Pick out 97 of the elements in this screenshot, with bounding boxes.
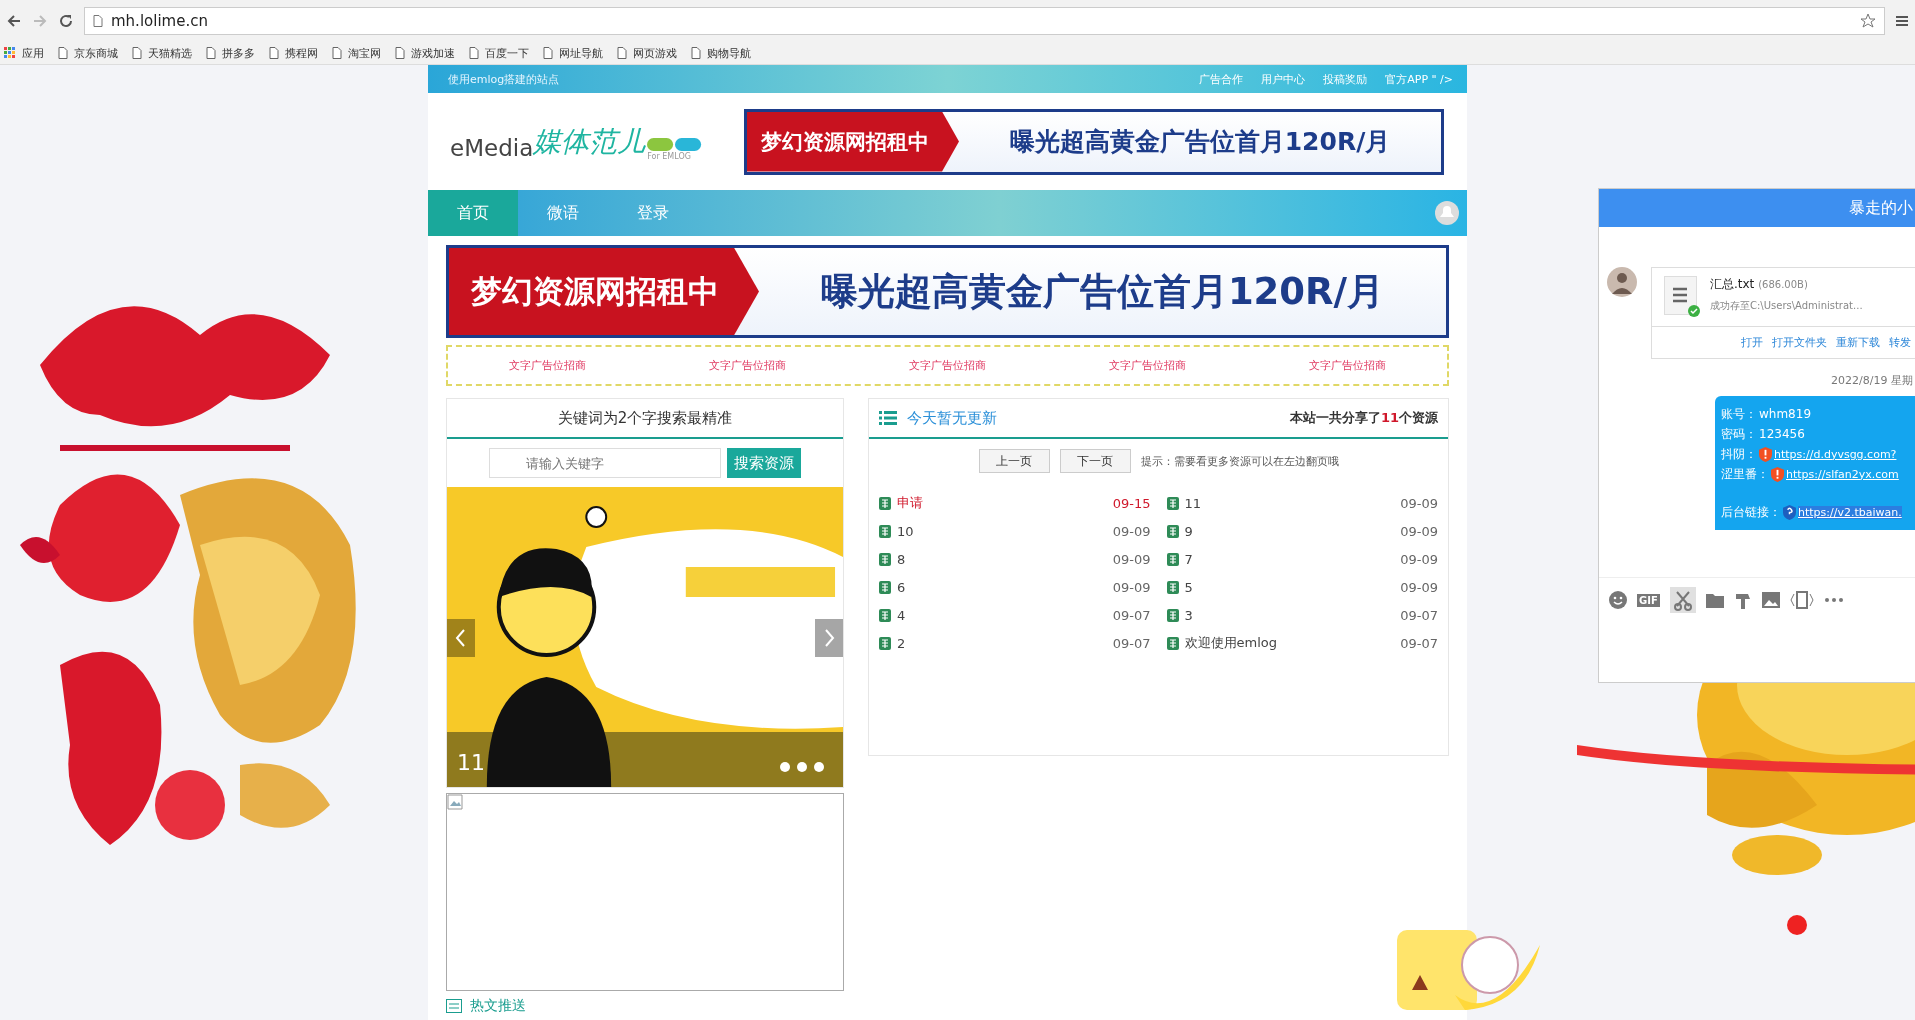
slider-next-icon[interactable] — [815, 619, 843, 657]
page-icon — [132, 47, 142, 59]
new-badge-icon — [879, 636, 891, 650]
hint-text: 提示：需要看更多资源可以在左边翻页哦 — [1140, 453, 1339, 469]
article-link[interactable]: 5 — [1184, 579, 1193, 595]
article-date: 09-09 — [1400, 579, 1438, 595]
article-date: 09-09 — [1400, 551, 1438, 567]
new-badge-icon — [879, 496, 891, 510]
new-badge-icon — [879, 524, 891, 538]
article-link[interactable]: 6 — [897, 579, 906, 595]
new-badge-icon — [1166, 524, 1179, 538]
logo-name: 媒体范儿 — [533, 123, 646, 160]
article-date: 09-07 — [1112, 607, 1151, 623]
site-tagline: 使用emlog搭建的站点 — [448, 71, 560, 87]
panel-title: 关键词为2个字搜索最精准 — [447, 399, 843, 439]
panel-title: 今天暂无更新 — [907, 408, 997, 428]
bookmark-link[interactable]: 拼多多 — [206, 45, 255, 61]
menu-icon[interactable] — [1895, 14, 1909, 28]
banner-right-text: 曝光超高黄金广告位首月120R/月 — [819, 268, 1386, 315]
bookmark-star-icon[interactable] — [1860, 13, 1876, 29]
article-link[interactable]: 申请 — [897, 494, 923, 512]
broken-image-icon — [447, 794, 463, 810]
article-link[interactable]: 4 — [897, 607, 906, 623]
user-avatar-icon[interactable] — [1435, 201, 1459, 225]
banner-left-text: 梦幻资源网招租中 — [747, 111, 959, 172]
address-bar[interactable]: mh.lolime.cn — [84, 7, 1885, 35]
logo-brand: eMedia — [450, 134, 534, 161]
text-ad-link[interactable]: 文字广告位招商 — [709, 358, 787, 373]
new-badge-icon — [1166, 636, 1179, 650]
back-icon[interactable] — [6, 13, 22, 29]
article-date: 09-09 — [1400, 523, 1438, 539]
pager-button[interactable]: 上一页 — [978, 449, 1050, 473]
article-date: 09-09 — [1112, 523, 1151, 539]
article-date: 09-09 — [1112, 551, 1151, 567]
bookmark-link[interactable]: 淘宝网 — [332, 45, 381, 61]
article-link[interactable]: 欢迎使用emlog — [1184, 634, 1277, 652]
article-link[interactable]: 7 — [1184, 551, 1193, 567]
new-badge-icon — [1166, 608, 1179, 622]
page-icon — [332, 47, 342, 59]
new-badge-icon — [1166, 552, 1179, 566]
article-date: 09-07 — [1400, 635, 1438, 651]
bookmark-link[interactable]: 京东商城 — [58, 45, 118, 61]
page-icon — [691, 47, 701, 59]
article-date: 09-07 — [1112, 635, 1151, 651]
bookmark-link[interactable]: 天猫精选 — [132, 45, 192, 61]
new-badge-icon — [879, 608, 891, 622]
slide-caption: 11 — [457, 750, 485, 775]
url-text: mh.lolime.cn — [111, 12, 208, 30]
text-ad-link[interactable]: 文字广告位招商 — [909, 358, 986, 373]
new-badge-icon — [879, 552, 891, 566]
bookmark-link[interactable]: 网页游戏 — [617, 45, 677, 61]
text-ad-link[interactable]: 文字广告位招商 — [509, 358, 587, 373]
logo-badge-icon — [647, 136, 704, 152]
reload-icon[interactable] — [58, 13, 74, 29]
text-ad-link[interactable]: 文字广告位招商 — [1308, 358, 1386, 373]
logo-subtitle: For EMLOG — [647, 151, 692, 161]
slider-dots-icon[interactable] — [779, 761, 825, 773]
article-date: 09-15 — [1112, 495, 1151, 511]
resource-count-text: 本站一共分享了11个资源 — [1289, 409, 1438, 427]
banner-left-text: 梦幻资源网招租中 — [449, 248, 759, 335]
ad-banner[interactable]: 梦幻资源网招租中 曝光超高黄金广告位首月120R/月 — [744, 108, 1444, 175]
page-icon — [206, 47, 216, 59]
article-link[interactable]: 3 — [1184, 607, 1193, 623]
new-badge-icon — [879, 580, 891, 594]
pager-button[interactable]: 下一页 — [1059, 449, 1131, 473]
list-icon — [446, 999, 462, 1013]
bookmark-link[interactable]: 网址导航 — [543, 45, 603, 61]
bookmark-link[interactable]: 应用 — [4, 45, 44, 61]
page-icon — [58, 47, 68, 59]
page-icon — [395, 47, 405, 59]
article-date: 09-09 — [1400, 495, 1438, 511]
bookmark-link[interactable]: 百度一下 — [469, 45, 529, 61]
new-badge-icon — [1166, 496, 1179, 510]
page-icon — [469, 47, 479, 59]
article-link[interactable]: 10 — [897, 523, 914, 539]
page-icon — [617, 47, 627, 59]
article-date: 09-07 — [1400, 607, 1438, 623]
article-link[interactable]: 9 — [1184, 523, 1193, 539]
bookmark-link[interactable]: 携程网 — [269, 45, 318, 61]
article-link[interactable]: 11 — [1184, 495, 1202, 511]
bookmark-link[interactable]: 购物导航 — [691, 45, 751, 61]
ad-banner[interactable]: 梦幻资源网招租中 曝光超高黄金广告位首月120R/月 — [446, 245, 1449, 338]
slider-prev-icon[interactable] — [447, 619, 475, 657]
article-date: 09-09 — [1112, 579, 1151, 595]
bookmark-link[interactable]: 游戏加速 — [395, 45, 455, 61]
article-link[interactable]: 8 — [897, 551, 906, 567]
page-icon — [269, 47, 279, 59]
section-title: 热文推送 — [470, 997, 526, 1015]
new-badge-icon — [1166, 580, 1179, 594]
apps-grid-icon — [4, 47, 16, 59]
search-field[interactable]: 请输入关键字 — [489, 448, 721, 478]
banner-right-text: 曝光超高黄金广告位首月120R/月 — [1008, 126, 1392, 158]
list-icon — [879, 411, 897, 425]
article-link[interactable]: 2 — [897, 635, 906, 651]
page-icon — [543, 47, 553, 59]
page-icon — [93, 15, 103, 27]
text-ad-link[interactable]: 文字广告位招商 — [1108, 358, 1186, 373]
